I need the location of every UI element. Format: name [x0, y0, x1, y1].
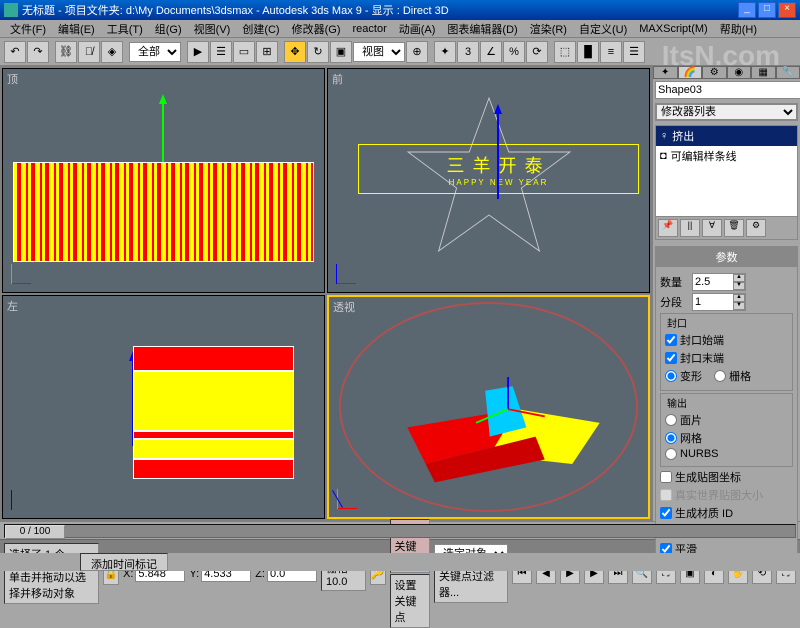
- viewports: 顶 前 三羊开泰 HAPPY NEW YEAR 左: [0, 66, 652, 521]
- minimize-button[interactable]: _: [738, 2, 756, 18]
- undo-icon[interactable]: ↶: [4, 41, 26, 63]
- menu-animation[interactable]: 动画(A): [393, 21, 442, 37]
- configure-icon[interactable]: ⚙: [746, 219, 766, 237]
- ref-coord-system[interactable]: 视图: [353, 42, 405, 62]
- menu-maxscript[interactable]: MAXScript(M): [633, 23, 713, 35]
- maximize-button[interactable]: □: [758, 2, 776, 18]
- hint-text: 单击并拖动以选择并移动对象: [4, 566, 99, 604]
- menu-tools[interactable]: 工具(T): [101, 21, 149, 37]
- title-bar: 无标题 - 项目文件夹: d:\My Documents\3dsmax - Au…: [0, 0, 800, 20]
- prompt-area: 添加时间标记: [0, 553, 800, 571]
- remove-mod-icon[interactable]: 🗑: [724, 219, 744, 237]
- time-slider-bar: 0 / 100: [0, 521, 800, 539]
- menu-create[interactable]: 创建(C): [236, 21, 285, 37]
- pin-stack-icon[interactable]: 📌: [658, 219, 678, 237]
- window-buttons: _ □ ×: [738, 2, 796, 18]
- tab-hierarchy-icon[interactable]: ⚙: [702, 66, 727, 79]
- align-icon[interactable]: ≡: [600, 41, 622, 63]
- viewport-front[interactable]: 前 三羊开泰 HAPPY NEW YEAR: [327, 68, 650, 293]
- scale-icon[interactable]: ▣: [330, 41, 352, 63]
- unlink-icon[interactable]: ⛓̸: [78, 41, 100, 63]
- modifier-extrude[interactable]: ♀挤出: [656, 126, 797, 146]
- menu-views[interactable]: 视图(V): [188, 21, 237, 37]
- modifier-spline[interactable]: ◘可编辑样条线: [656, 146, 797, 166]
- gen-map-checkbox[interactable]: [660, 471, 672, 483]
- selection-filter[interactable]: 全部: [129, 42, 181, 62]
- viewport-perspective[interactable]: 透视: [327, 295, 650, 520]
- viewport-top[interactable]: 顶: [2, 68, 325, 293]
- snap-icon[interactable]: 3: [457, 41, 479, 63]
- grid-radio[interactable]: [714, 370, 726, 382]
- menu-render[interactable]: 渲染(R): [524, 21, 573, 37]
- show-result-icon[interactable]: ||: [680, 219, 700, 237]
- link-icon[interactable]: ⛓: [55, 41, 77, 63]
- parameters-rollout: 参数 数量 ▲▼ 分段 ▲▼ 封口 封口始端 封口末端 变形 栅格 输出: [655, 246, 798, 564]
- close-button[interactable]: ×: [778, 2, 796, 18]
- tab-utilities-icon[interactable]: 🔧: [776, 66, 800, 79]
- top-view-geometry: [13, 162, 314, 262]
- time-slider[interactable]: 0 / 100: [4, 524, 796, 538]
- menu-customize[interactable]: 自定义(U): [573, 21, 633, 37]
- setkey-button[interactable]: 设置关键点: [390, 574, 430, 628]
- select-icon[interactable]: ▶: [187, 41, 209, 63]
- mirror-icon[interactable]: ▐▌: [577, 41, 599, 63]
- layers-icon[interactable]: ☰: [623, 41, 645, 63]
- real-world-checkbox: [660, 489, 672, 501]
- pivot-icon[interactable]: ⊕: [406, 41, 428, 63]
- menu-bar: 文件(F) 编辑(E) 工具(T) 组(G) 视图(V) 创建(C) 修改器(G…: [0, 20, 800, 38]
- menu-graph[interactable]: 图表编辑器(D): [441, 21, 523, 37]
- window-title: 无标题 - 项目文件夹: d:\My Documents\3dsmax - Au…: [22, 2, 449, 18]
- angle-snap-icon[interactable]: ∠: [480, 41, 502, 63]
- tab-create-icon[interactable]: ✦: [653, 66, 678, 79]
- gen-mat-checkbox[interactable]: [660, 507, 672, 519]
- object-name-input[interactable]: [655, 81, 800, 99]
- spinner-up-icon[interactable]: ▲: [733, 274, 745, 282]
- cap-end-checkbox[interactable]: [665, 352, 677, 364]
- add-time-tag[interactable]: 添加时间标记: [80, 553, 168, 571]
- manipulate-icon[interactable]: ✦: [434, 41, 456, 63]
- move-icon[interactable]: ✥: [284, 41, 306, 63]
- segments-input[interactable]: [693, 294, 733, 310]
- menu-modifiers[interactable]: 修改器(G): [286, 21, 347, 37]
- viewport-left[interactable]: 左: [2, 295, 325, 520]
- select-rect-icon[interactable]: ▭: [233, 41, 255, 63]
- rotate-icon[interactable]: ↻: [307, 41, 329, 63]
- menu-file[interactable]: 文件(F): [4, 21, 52, 37]
- main-area: 顶 前 三羊开泰 HAPPY NEW YEAR 左: [0, 66, 800, 521]
- tab-display-icon[interactable]: ▦: [751, 66, 776, 79]
- amount-input[interactable]: [693, 274, 733, 290]
- modifier-stack[interactable]: ♀挤出 ◘可编辑样条线: [656, 126, 797, 216]
- named-sel-icon[interactable]: ⬚: [554, 41, 576, 63]
- command-panel: ✦ 🌈 ⚙ ◉ ▦ 🔧 修改器列表 ♀挤出 ◘可编辑样条线 📌 || ∀ 🗑: [652, 66, 800, 521]
- mesh-radio[interactable]: [665, 432, 677, 444]
- menu-reactor[interactable]: reactor: [347, 23, 393, 35]
- unique-icon[interactable]: ∀: [702, 219, 722, 237]
- patch-radio[interactable]: [665, 414, 677, 426]
- menu-edit[interactable]: 编辑(E): [52, 21, 101, 37]
- menu-help[interactable]: 帮助(H): [714, 21, 763, 37]
- spinner-snap-icon[interactable]: ⟳: [526, 41, 548, 63]
- tab-motion-icon[interactable]: ◉: [727, 66, 752, 79]
- app-icon: [4, 3, 18, 17]
- nurbs-radio[interactable]: [665, 448, 677, 460]
- window-crossing-icon[interactable]: ⊞: [256, 41, 278, 63]
- tab-modify-icon[interactable]: 🌈: [678, 66, 703, 79]
- bind-icon[interactable]: ◈: [101, 41, 123, 63]
- percent-snap-icon[interactable]: %: [503, 41, 525, 63]
- redo-icon[interactable]: ↷: [27, 41, 49, 63]
- main-toolbar: ↶ ↷ ⛓ ⛓̸ ◈ 全部 ▶ ☰ ▭ ⊞ ✥ ↻ ▣ 视图 ⊕ ✦ 3 ∠ %…: [0, 38, 800, 66]
- modifier-list-dropdown[interactable]: 修改器列表: [656, 104, 797, 120]
- menu-group[interactable]: 组(G): [149, 21, 188, 37]
- perspective-geometry: [389, 367, 618, 497]
- spinner-down-icon[interactable]: ▼: [733, 282, 745, 290]
- cap-start-checkbox[interactable]: [665, 334, 677, 346]
- morph-radio[interactable]: [665, 370, 677, 382]
- left-view-geometry: [133, 346, 294, 486]
- select-name-icon[interactable]: ☰: [210, 41, 232, 63]
